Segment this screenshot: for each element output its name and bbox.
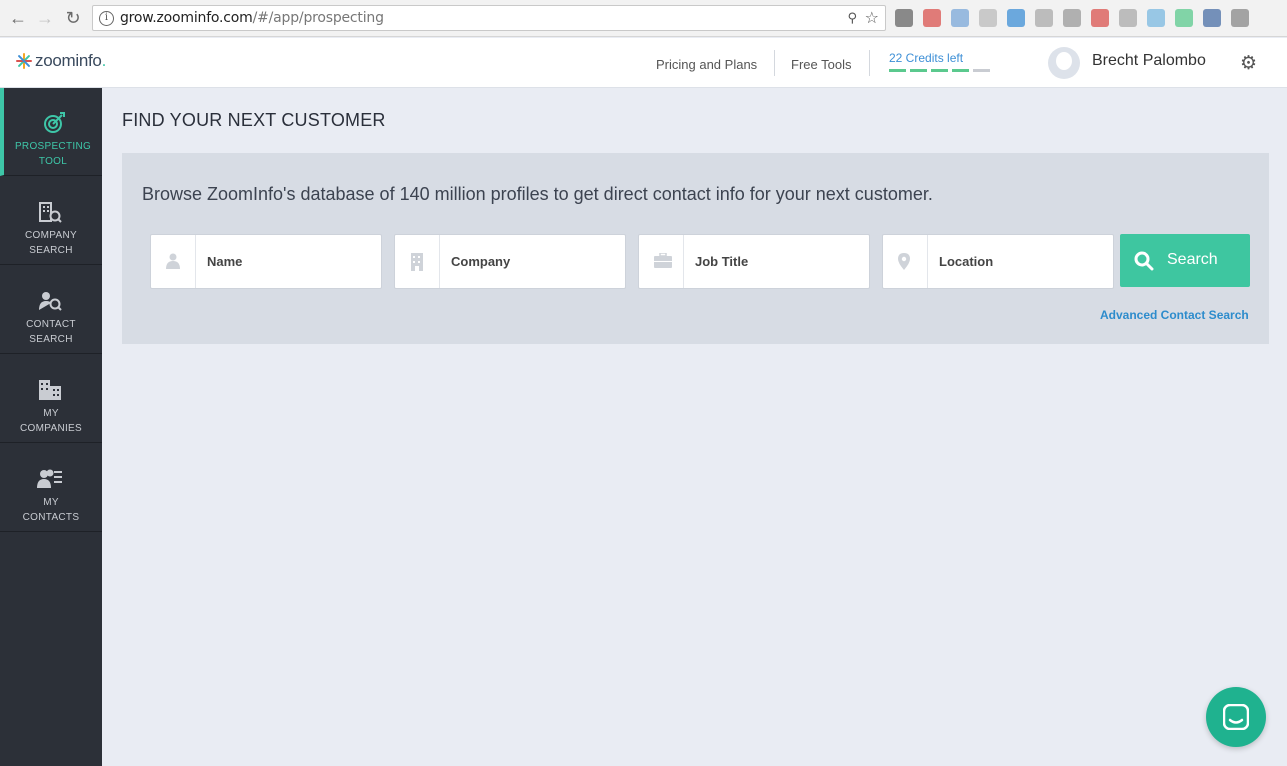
location-pin-icon <box>883 235 928 288</box>
building-search-icon <box>39 202 62 223</box>
sidebar-item-label: MY COMPANIES <box>20 408 82 434</box>
browser-extension-icon[interactable] <box>1119 9 1137 27</box>
browser-extension-icon[interactable] <box>951 9 969 27</box>
sidebar-item-label: PROSPECTING TOOL <box>14 141 92 167</box>
browser-extension-icon[interactable] <box>1147 9 1165 27</box>
url-path: /#/app/prospecting <box>252 10 384 26</box>
building-icon <box>395 235 440 288</box>
browser-extension-icon[interactable] <box>979 9 997 27</box>
credit-segment <box>973 69 990 72</box>
credit-segment <box>952 69 969 72</box>
credits-left-link[interactable]: 22 Credits left <box>889 51 963 65</box>
browser-extension-icon[interactable] <box>1231 9 1249 27</box>
gear-icon[interactable]: ⚙ <box>1240 52 1257 75</box>
browser-extension-icon[interactable] <box>1175 9 1193 27</box>
zoominfo-logo[interactable]: zoominfo. <box>16 51 106 71</box>
page-title: FIND YOUR NEXT CUSTOMER <box>122 110 386 130</box>
name-input[interactable] <box>197 235 381 288</box>
sidebar-item-company-search[interactable]: COMPANY SEARCH <box>0 177 102 265</box>
credit-segment <box>889 69 906 72</box>
job-title-field[interactable] <box>638 234 870 289</box>
app-header: zoominfo. Pricing and Plans Free Tools 2… <box>0 38 1287 88</box>
sidebar-item-my-companies[interactable]: MY COMPANIES <box>0 355 102 443</box>
person-icon <box>151 235 196 288</box>
sidebar-item-label: MY CONTACTS <box>22 497 80 523</box>
key-icon[interactable]: ⚲ <box>847 10 857 26</box>
browser-extension-icon[interactable] <box>895 9 913 27</box>
user-name[interactable]: Brecht Palombo <box>1092 52 1206 70</box>
person-search-icon <box>39 292 62 311</box>
avatar[interactable] <box>1048 47 1080 79</box>
logo-text: zoominfo. <box>35 51 107 70</box>
back-arrow-icon[interactable]: ← <box>8 8 28 28</box>
contacts-list-icon <box>37 469 62 488</box>
browser-extension-icon[interactable] <box>1091 9 1109 27</box>
credit-segment <box>910 69 927 72</box>
search-icon <box>1134 251 1154 271</box>
company-input[interactable] <box>441 235 625 288</box>
company-field[interactable] <box>394 234 626 289</box>
sidebar-item-label: CONTACT SEARCH <box>26 319 76 345</box>
location-field[interactable] <box>882 234 1114 289</box>
url-host: grow.zoominfo.com <box>120 10 253 26</box>
forward-arrow-icon[interactable]: → <box>35 8 55 28</box>
browser-toolbar: ← → ↻ i grow.zoominfo.com/#/app/prospect… <box>0 0 1287 37</box>
free-tools-link[interactable]: Free Tools <box>791 57 851 72</box>
info-icon[interactable]: i <box>99 11 114 26</box>
location-input[interactable] <box>929 235 1113 288</box>
browser-extension-icon[interactable] <box>1203 9 1221 27</box>
url-text[interactable]: grow.zoominfo.com/#/app/prospecting <box>120 10 384 26</box>
header-divider <box>774 50 775 76</box>
browser-extension-icon[interactable] <box>1063 9 1081 27</box>
reload-icon[interactable]: ↻ <box>63 8 83 28</box>
extension-icons <box>895 9 1249 27</box>
sidebar-item-my-contacts[interactable]: MY CONTACTS <box>0 444 102 532</box>
browser-extension-icon[interactable] <box>923 9 941 27</box>
buildings-icon <box>39 380 61 400</box>
header-divider <box>869 50 870 76</box>
name-field[interactable] <box>150 234 382 289</box>
pricing-and-plans-link[interactable]: Pricing and Plans <box>656 57 757 72</box>
search-panel: Browse ZoomInfo's database of 140 millio… <box>122 153 1269 344</box>
sidebar-item-label: COMPANY SEARCH <box>25 230 77 256</box>
briefcase-icon <box>639 235 684 288</box>
bookmark-star-icon[interactable]: ☆ <box>865 8 879 28</box>
target-icon <box>44 112 65 133</box>
sidebar-item-prospecting-tool[interactable]: PROSPECTING TOOL <box>0 88 102 176</box>
panel-description: Browse ZoomInfo's database of 140 millio… <box>142 184 933 204</box>
chat-bubble-icon[interactable] <box>1206 687 1266 747</box>
logo-starburst-icon <box>16 53 32 69</box>
advanced-contact-search-link[interactable]: Advanced Contact Search <box>1100 308 1249 322</box>
credit-segment <box>931 69 948 72</box>
credits-meter <box>889 69 990 72</box>
sidebar-item-contact-search[interactable]: CONTACT SEARCH <box>0 266 102 354</box>
search-button[interactable]: Search <box>1120 234 1250 287</box>
job-title-input[interactable] <box>685 235 869 288</box>
search-button-label: Search <box>1167 251 1218 268</box>
browser-extension-icon[interactable] <box>1035 9 1053 27</box>
address-bar[interactable]: i grow.zoominfo.com/#/app/prospecting ⚲ … <box>92 5 886 31</box>
sidebar: PROSPECTING TOOL COMPANY SEARCH CONTACT SEA… <box>0 88 102 766</box>
browser-extension-icon[interactable] <box>1007 9 1025 27</box>
